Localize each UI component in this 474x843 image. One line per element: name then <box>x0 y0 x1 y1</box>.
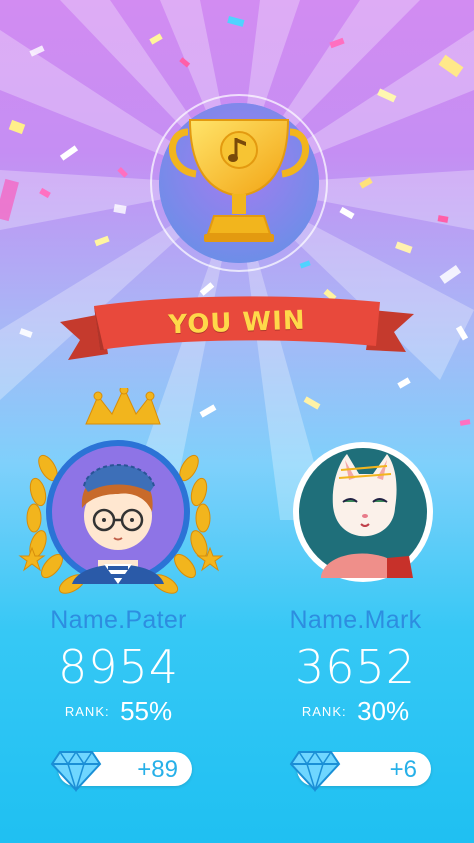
player-name: Name.Pater <box>50 606 187 634</box>
rank-value: 30% <box>357 696 410 726</box>
avatar <box>293 442 433 582</box>
player-card-pater: Name.Pater 8954 RANK: 55% +89 <box>0 388 237 792</box>
player-name: Name.Mark <box>289 606 422 634</box>
player-rank: RANK: 55% <box>0 696 237 727</box>
gem-reward: +89 <box>50 750 192 792</box>
rank-label: RANK: <box>301 704 347 719</box>
player-card-mark: Name.Mark 3652 RANK: 30% +6 <box>237 388 474 792</box>
rank-value: 55% <box>120 696 173 726</box>
player-rank: RANK: 30% <box>237 696 474 727</box>
diamond-icon <box>50 750 102 792</box>
player-score: 3652 <box>294 640 417 694</box>
crown-icon <box>85 388 161 425</box>
player-avatar-area <box>237 388 474 600</box>
player-score: 8954 <box>57 640 180 694</box>
player-avatar-area <box>0 388 237 600</box>
gem-amount: +89 <box>137 756 178 783</box>
trophy-icon <box>150 94 328 272</box>
gem-amount: +6 <box>389 756 417 783</box>
music-note-icon <box>220 131 258 169</box>
diamond-icon <box>289 750 341 792</box>
laurel-wreath-icon <box>18 388 224 594</box>
rank-label: RANK: <box>64 704 110 719</box>
trophy-medallion <box>148 92 330 274</box>
gem-reward: +6 <box>289 750 431 792</box>
